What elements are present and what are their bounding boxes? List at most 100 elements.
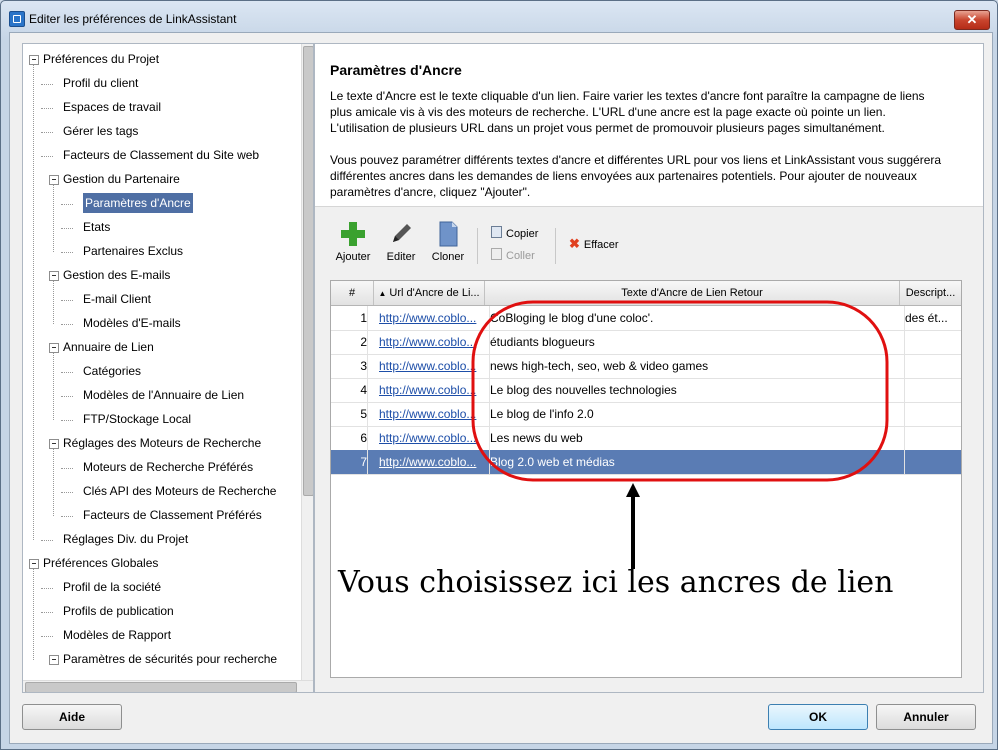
tree-item[interactable]: Préférences Globales xyxy=(43,552,158,574)
tree-item-label: Profil du client xyxy=(63,76,139,90)
tree-item[interactable]: Clés API des Moteurs de Recherche xyxy=(83,480,276,502)
tree-connector xyxy=(61,372,73,373)
collapse-icon[interactable] xyxy=(29,55,39,65)
close-button[interactable]: ✕ xyxy=(954,10,990,30)
tree-item[interactable]: Gestion du Partenaire xyxy=(63,168,180,190)
tree-item[interactable]: FTP/Stockage Local xyxy=(83,408,191,430)
tree-connector xyxy=(41,540,53,541)
tree-item-label: Annuaire de Lien xyxy=(63,340,154,354)
tree-connector xyxy=(61,492,73,493)
tree-item[interactable]: Réglages des Moteurs de Recherche xyxy=(63,432,261,454)
tree-item-label: Paramètres de sécurités pour recherche xyxy=(63,652,278,666)
tree-item[interactable]: E-mail Client xyxy=(83,288,151,310)
help-button[interactable]: Aide xyxy=(22,704,122,730)
tree-item[interactable]: Profil du client xyxy=(63,72,138,94)
tree-item[interactable]: Modèles de l'Annuaire de Lien xyxy=(83,384,244,406)
panel-header: Paramètres d'Ancre Le texte d'Ancre est … xyxy=(315,44,983,207)
tree-connector xyxy=(41,132,53,133)
tree-item-label: Réglages des Moteurs de Recherche xyxy=(63,436,262,450)
tree-item[interactable]: Profils de publication xyxy=(63,600,174,622)
tree-item[interactable]: Facteurs de Classement du Site web xyxy=(63,144,259,166)
tree-item[interactable]: Partenaires Exclus xyxy=(83,240,183,262)
tree-item-label: Moteurs de Recherche Préférés xyxy=(83,460,254,474)
tree-item-label: Catégories xyxy=(83,364,142,378)
ok-button[interactable]: OK xyxy=(768,704,868,730)
window-title: Editer les préférences de LinkAssistant xyxy=(29,12,237,26)
tree-item[interactable]: Profil de la société xyxy=(63,576,161,598)
tree-vertical-scroll-thumb[interactable] xyxy=(303,46,313,496)
collapse-icon[interactable] xyxy=(49,271,59,281)
row-description xyxy=(905,330,961,354)
paste-button[interactable]: Coller xyxy=(491,248,535,262)
row-number: 5 xyxy=(331,402,368,426)
tree-item-label: Modèles de Rapport xyxy=(63,628,172,642)
tree-item[interactable]: Gestion des E-mails xyxy=(63,264,170,286)
tree-item[interactable]: Paramètres d'Ancre xyxy=(83,192,193,214)
tree-connector xyxy=(61,324,73,325)
tree-item[interactable]: Moteurs de Recherche Préférés xyxy=(83,456,253,478)
clone-label: Cloner xyxy=(431,251,465,263)
collapse-icon[interactable] xyxy=(29,559,39,569)
tree-horizontal-scrollbar[interactable] xyxy=(23,680,313,692)
description-line: Le texte d'Ancre est le texte cliquable … xyxy=(330,89,925,103)
tree-item[interactable]: Facteurs de Classement Préférés xyxy=(83,504,262,526)
tree-connector xyxy=(33,569,34,660)
tree-item[interactable]: Catégories xyxy=(83,360,141,382)
tree-connector xyxy=(61,516,73,517)
add-label: Ajouter xyxy=(335,251,371,263)
tree-item-label: Etats xyxy=(83,220,111,234)
tree-item-label: Profil de la société xyxy=(63,580,162,594)
collapse-icon[interactable] xyxy=(49,439,59,449)
tree-item[interactable]: Etats xyxy=(83,216,110,238)
tree-item-label: Espaces de travail xyxy=(63,100,162,114)
tree-connector xyxy=(61,228,73,229)
collapse-icon[interactable] xyxy=(49,655,59,665)
tree-item[interactable]: Préférences du Projet xyxy=(43,48,159,70)
tree-item[interactable]: Modèles de Rapport xyxy=(63,624,171,646)
tree-horizontal-scroll-thumb[interactable] xyxy=(25,682,297,692)
plus-icon xyxy=(341,222,365,246)
tree-connector xyxy=(53,449,54,516)
panel-description-1: Le texte d'Ancre est le texte cliquable … xyxy=(330,88,970,136)
column-url[interactable]: ▲ Url d'Ancre de Li... xyxy=(374,281,485,305)
row-description xyxy=(905,378,961,402)
cancel-button[interactable]: Annuler xyxy=(876,704,976,730)
column-url-label: Url d'Ancre de Li... xyxy=(389,287,480,299)
tree-item[interactable]: Annuaire de Lien xyxy=(63,336,154,358)
tree-item-label: Partenaires Exclus xyxy=(83,244,184,258)
toolbar-separator xyxy=(477,228,478,264)
column-description[interactable]: Descript... xyxy=(900,281,961,305)
tree-item-label: Réglages Div. du Projet xyxy=(63,532,189,546)
tree-connector xyxy=(53,353,54,420)
tree-connector xyxy=(41,84,53,85)
tree-item[interactable]: Réglages Div. du Projet xyxy=(63,528,188,550)
delete-label: Effacer xyxy=(583,239,619,251)
tree-connector xyxy=(61,396,73,397)
tree-connector xyxy=(61,468,73,469)
tree-item[interactable]: Espaces de travail xyxy=(63,96,161,118)
collapse-icon[interactable] xyxy=(49,343,59,353)
edit-button[interactable]: Editer xyxy=(383,220,419,263)
tree-connector xyxy=(61,252,73,253)
paste-label: Coller xyxy=(506,250,535,262)
description-line: L'utilisation de plusieurs URL dans un p… xyxy=(330,121,885,135)
tree-item-label: Modèles de l'Annuaire de Lien xyxy=(83,388,245,402)
tree-item[interactable]: Modèles d'E-mails xyxy=(83,312,181,334)
tree-item[interactable]: Paramètres de sécurités pour recherche xyxy=(63,648,277,670)
tree-item-label: Gérer les tags xyxy=(63,124,139,138)
tree-item[interactable]: Gérer les tags xyxy=(63,120,138,142)
arrow-up-icon xyxy=(626,483,640,569)
tree-item-label: Préférences du Projet xyxy=(43,52,160,66)
delete-button[interactable]: ✖ Effacer xyxy=(569,236,619,252)
panel-description-2: Vous pouvez paramétrer différents textes… xyxy=(330,152,970,200)
preferences-tree: Préférences du Projet Profil du client Esp… xyxy=(22,43,314,693)
column-number[interactable]: # xyxy=(331,281,374,305)
collapse-icon[interactable] xyxy=(49,175,59,185)
tree-vertical-scrollbar[interactable] xyxy=(301,44,313,680)
copy-button[interactable]: Copier xyxy=(491,226,538,240)
add-button[interactable]: Ajouter xyxy=(333,220,373,263)
clone-button[interactable]: Cloner xyxy=(429,220,467,263)
panel-title: Paramètres d'Ancre xyxy=(330,62,462,78)
tree-connector xyxy=(41,612,53,613)
tree-item-label: Gestion du Partenaire xyxy=(63,172,180,186)
